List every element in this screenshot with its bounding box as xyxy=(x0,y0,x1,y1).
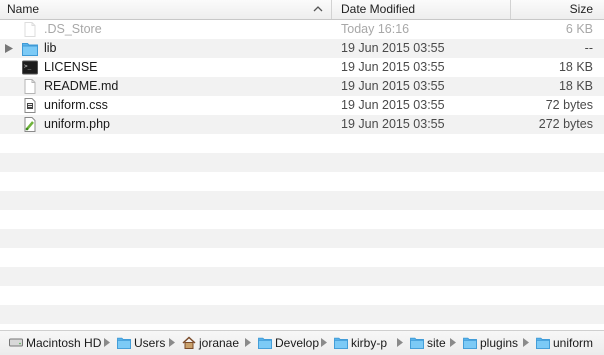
document-icon xyxy=(22,22,38,37)
file-row[interactable]: .DS_Store Today 16:16 6 KB xyxy=(0,20,604,39)
php-file-icon xyxy=(22,117,38,132)
date-modified-column-header[interactable]: Date Modified xyxy=(341,0,415,19)
file-date-modified: 19 Jun 2015 03:55 xyxy=(341,79,445,93)
file-date-modified: Today 16:16 xyxy=(341,22,410,36)
path-item[interactable]: uniform xyxy=(536,335,596,351)
path-separator-icon xyxy=(169,338,175,347)
file-size: 272 bytes xyxy=(538,117,593,131)
column-header: Name Date Modified Size xyxy=(0,0,604,20)
empty-row xyxy=(0,153,604,172)
path-item[interactable]: Macintosh HD xyxy=(9,335,104,351)
file-size: 18 KB xyxy=(558,79,593,93)
folder-icon xyxy=(258,336,272,349)
file-date-modified: 19 Jun 2015 03:55 xyxy=(341,98,445,112)
path-separator-icon xyxy=(523,338,529,347)
file-name: LICENSE xyxy=(44,60,98,74)
empty-row xyxy=(0,134,604,153)
path-item-label: Macintosh HD xyxy=(26,336,102,350)
path-item[interactable]: site xyxy=(410,335,450,351)
path-item-label: joranae xyxy=(199,336,240,350)
path-item-label: Develop xyxy=(275,336,320,350)
column-divider[interactable] xyxy=(331,0,332,19)
empty-row xyxy=(0,210,604,229)
path-item[interactable]: plugins xyxy=(463,335,523,351)
empty-row xyxy=(0,248,604,267)
path-item[interactable]: joranae xyxy=(182,335,247,351)
document-icon xyxy=(22,79,38,94)
file-row[interactable]: >_ LICENSE 19 Jun 2015 03:55 18 KB xyxy=(0,58,604,77)
file-size: 18 KB xyxy=(558,60,593,74)
path-item[interactable]: Develop xyxy=(258,335,323,351)
file-date-modified: 19 Jun 2015 03:55 xyxy=(341,117,445,131)
file-name: .DS_Store xyxy=(44,22,102,36)
file-size: 6 KB xyxy=(565,22,593,36)
svg-text:>_: >_ xyxy=(24,63,32,70)
size-column-header[interactable]: Size xyxy=(570,0,593,19)
terminal-icon: >_ xyxy=(22,60,38,75)
file-list: .DS_Store Today 16:16 6 KB lib 19 Jun 2015 0… xyxy=(0,20,604,330)
path-item[interactable]: kirby-p xyxy=(334,335,399,351)
path-item-label: site xyxy=(427,336,446,350)
home-icon xyxy=(182,336,196,349)
folder-icon xyxy=(536,336,550,349)
file-date-modified: 19 Jun 2015 03:55 xyxy=(341,60,445,74)
file-name: uniform.css xyxy=(44,98,108,112)
file-name: lib xyxy=(44,41,57,55)
folder-icon xyxy=(334,336,348,349)
file-size: -- xyxy=(584,41,593,55)
folder-icon xyxy=(463,336,477,349)
empty-row xyxy=(0,267,604,286)
path-separator-icon xyxy=(104,338,110,347)
file-name: uniform.php xyxy=(44,117,111,131)
path-separator-icon xyxy=(245,338,251,347)
empty-row xyxy=(0,191,604,210)
path-item-label: uniform xyxy=(553,336,594,350)
path-item-label: Users xyxy=(134,336,166,350)
folder-icon xyxy=(410,336,424,349)
file-date-modified: 19 Jun 2015 03:55 xyxy=(341,41,445,55)
path-item-label: plugins xyxy=(480,336,519,350)
disclosure-triangle-icon[interactable] xyxy=(5,44,13,53)
sort-ascending-icon[interactable] xyxy=(313,4,323,14)
empty-row xyxy=(0,229,604,248)
empty-row xyxy=(0,286,604,305)
file-row[interactable]: lib 19 Jun 2015 03:55 -- xyxy=(0,39,604,58)
path-bar: Macintosh HD Users joranae Develop kirby-p si… xyxy=(0,330,604,355)
file-name: README.md xyxy=(44,79,119,93)
empty-row xyxy=(0,305,604,324)
file-row[interactable]: README.md 19 Jun 2015 03:55 18 KB xyxy=(0,77,604,96)
path-separator-icon xyxy=(397,338,403,347)
path-item[interactable]: Users xyxy=(117,335,172,351)
path-separator-icon xyxy=(321,338,327,347)
folder-icon xyxy=(22,41,38,56)
harddisk-icon xyxy=(9,336,23,349)
column-divider[interactable] xyxy=(510,0,511,19)
file-size: 72 bytes xyxy=(545,98,593,112)
empty-row xyxy=(0,172,604,191)
path-item-label: kirby-p xyxy=(351,336,388,350)
name-column-header[interactable]: Name xyxy=(7,0,39,19)
file-row[interactable]: uniform.php 19 Jun 2015 03:55 272 bytes xyxy=(0,115,604,134)
css-file-icon xyxy=(22,98,38,113)
file-row[interactable]: uniform.css 19 Jun 2015 03:55 72 bytes xyxy=(0,96,604,115)
folder-icon xyxy=(117,336,131,349)
path-separator-icon xyxy=(450,338,456,347)
